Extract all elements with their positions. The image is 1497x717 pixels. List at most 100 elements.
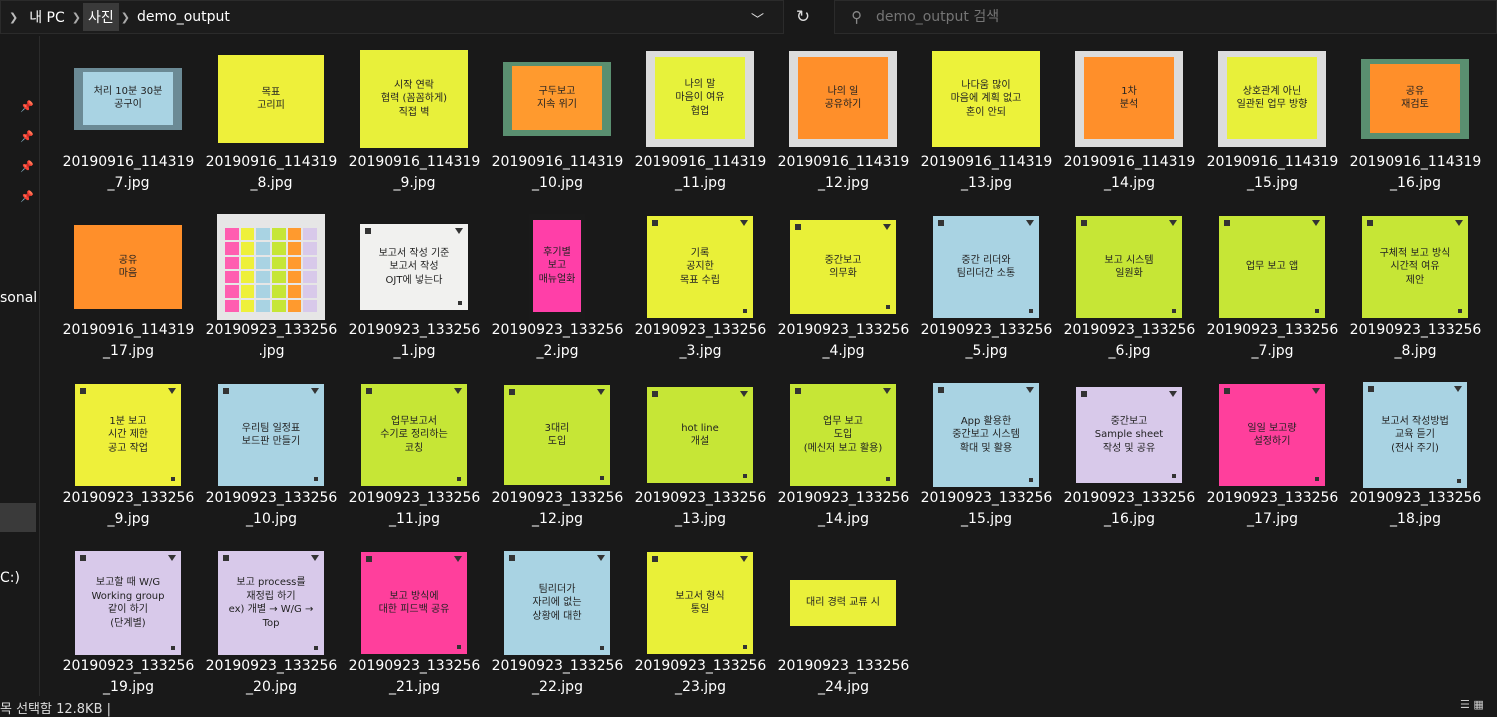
- file-thumbnail[interactable]: 업무보고서 수기로 정리하는 코칭: [361, 384, 467, 486]
- file-item[interactable]: 중간보고 Sample sheet 작성 및 공유 20190923_133256…: [1058, 374, 1201, 540]
- file-name[interactable]: 20190923_133256 _12.jpg: [486, 488, 629, 530]
- file-thumbnail-area[interactable]: 공유 재검토: [1360, 44, 1470, 154]
- file-thumbnail-area[interactable]: hot line 개설: [645, 380, 755, 490]
- file-item[interactable]: 기록 공지한 목표 수립 20190923_133256 _3.jpg: [629, 206, 772, 372]
- file-name[interactable]: 20190923_133256 _5.jpg: [915, 320, 1058, 362]
- file-thumbnail-area[interactable]: 우리팀 일정표 보드판 만들기: [216, 380, 326, 490]
- file-name[interactable]: 20190923_133256 _8.jpg: [1344, 320, 1487, 362]
- file-item[interactable]: 업무 보고 도입 (메신저 보고 활용) 20190923_133256 _14.…: [772, 374, 915, 540]
- file-name[interactable]: 20190923_133256 _6.jpg: [1058, 320, 1201, 362]
- file-thumbnail[interactable]: 목표 고리피: [218, 55, 324, 143]
- file-thumbnail[interactable]: 구체적 보고 방식 시간적 여유 제안: [1362, 216, 1468, 318]
- file-item[interactable]: App 활용한 중간보고 시스템 확대 및 활용 20190923_133256 …: [915, 374, 1058, 540]
- file-name[interactable]: 20190916_114319 _9.jpg: [343, 152, 486, 194]
- breadcrumb-this-pc[interactable]: 내 PC: [24, 3, 70, 31]
- file-thumbnail-area[interactable]: 보고할 때 W/G Working group 같이 하기 (단계별): [73, 548, 183, 658]
- file-name[interactable]: 20190923_133256 _20.jpg: [200, 656, 343, 698]
- file-thumbnail[interactable]: 중간보고 Sample sheet 작성 및 공유: [1076, 387, 1182, 483]
- file-thumbnail-area[interactable]: 목표 고리피: [216, 44, 326, 154]
- file-thumbnail-area[interactable]: 상호관계 아닌 일관된 업무 방향: [1217, 44, 1327, 154]
- file-thumbnail-area[interactable]: 시작 연락 협력 (꼼꼼하게) 직접 벽: [359, 44, 469, 154]
- file-name[interactable]: 20190916_114319 _7.jpg: [57, 152, 200, 194]
- file-item[interactable]: 보고서 작성방법 교육 듣기 (전사 주기) 20190923_133256 _1…: [1344, 374, 1487, 540]
- file-item[interactable]: 나의 말 마음이 여유 협업 20190916_114319 _11.jpg: [629, 38, 772, 204]
- breadcrumb-separator-icon[interactable]: ❯: [70, 11, 83, 24]
- file-thumbnail-area[interactable]: 업무 보고 앱: [1217, 212, 1327, 322]
- file-name[interactable]: 20190916_114319 _8.jpg: [200, 152, 343, 194]
- chevron-down-icon[interactable]: ﹀: [751, 9, 764, 28]
- file-name[interactable]: 20190923_133256 _11.jpg: [343, 488, 486, 530]
- file-item[interactable]: 대리 경력 교류 시 20190923_133256 _24.jpg: [772, 542, 915, 708]
- file-thumbnail-area[interactable]: 구두보고 지속 위기: [502, 44, 612, 154]
- file-item[interactable]: 구체적 보고 방식 시간적 여유 제안 20190923_133256 _8.jp…: [1344, 206, 1487, 372]
- file-thumbnail[interactable]: 3대리 도입: [504, 385, 610, 485]
- file-item[interactable]: 중간 리더와 팀리더간 소통 20190923_133256 _5.jpg: [915, 206, 1058, 372]
- file-thumbnail[interactable]: 기록 공지한 목표 수립: [647, 216, 753, 318]
- file-name[interactable]: 20190923_133256 _13.jpg: [629, 488, 772, 530]
- file-thumbnail[interactable]: 공유 재검토: [1361, 59, 1469, 139]
- file-item[interactable]: 팀리더가 자리에 없는 상황에 대한 20190923_133256 _22.jp…: [486, 542, 629, 708]
- file-name[interactable]: 20190923_133256 _2.jpg: [486, 320, 629, 362]
- file-item[interactable]: 시작 연락 협력 (꼼꼼하게) 직접 벽 20190916_114319 _9.j…: [343, 38, 486, 204]
- file-thumbnail[interactable]: 보고서 작성방법 교육 듣기 (전사 주기): [1363, 382, 1467, 488]
- file-thumbnail-area[interactable]: 처리 10분 30분 공구이: [73, 44, 183, 154]
- sidebar-item-drive-c[interactable]: C:): [0, 570, 20, 586]
- file-name[interactable]: 20190916_114319 _16.jpg: [1344, 152, 1487, 194]
- breadcrumb-separator-icon[interactable]: ❯: [119, 11, 132, 24]
- file-name[interactable]: 20190923_133256 _1.jpg: [343, 320, 486, 362]
- file-item[interactable]: 보고서 형식 통일 20190923_133256 _23.jpg: [629, 542, 772, 708]
- file-name[interactable]: 20190916_114319 _11.jpg: [629, 152, 772, 194]
- file-item[interactable]: 구두보고 지속 위기 20190916_114319 _10.jpg: [486, 38, 629, 204]
- file-name[interactable]: 20190916_114319 _15.jpg: [1201, 152, 1344, 194]
- file-item[interactable]: 20190923_133256 .jpg: [200, 206, 343, 372]
- file-item[interactable]: 보고 시스템 일원화 20190923_133256 _6.jpg: [1058, 206, 1201, 372]
- file-item[interactable]: 1분 보고 시간 제한 공고 작업 20190923_133256 _9.jpg: [57, 374, 200, 540]
- file-thumbnail[interactable]: 공유 마음: [74, 225, 182, 309]
- view-toggle-icon[interactable]: ☰ ▦: [1460, 698, 1484, 711]
- file-thumbnail[interactable]: 1분 보고 시간 제한 공고 작업: [75, 384, 181, 486]
- file-thumbnail[interactable]: [217, 214, 325, 320]
- file-name[interactable]: 20190923_133256 _4.jpg: [772, 320, 915, 362]
- file-thumbnail[interactable]: 대리 경력 교류 시: [790, 580, 896, 626]
- file-thumbnail-area[interactable]: 중간 리더와 팀리더간 소통: [931, 212, 1041, 322]
- breadcrumb-pictures[interactable]: 사진: [83, 3, 119, 31]
- file-name[interactable]: 20190923_133256 _19.jpg: [57, 656, 200, 698]
- file-thumbnail-area[interactable]: 1차 분석: [1074, 44, 1184, 154]
- file-name[interactable]: 20190923_133256 _23.jpg: [629, 656, 772, 698]
- file-thumbnail[interactable]: 보고서 작성 기준 보고서 작성 OJT에 넣는다: [360, 224, 468, 310]
- file-item[interactable]: 나다움 많이 마음에 계획 없고 혼이 안되 20190916_114319 _1…: [915, 38, 1058, 204]
- file-thumbnail-area[interactable]: 일일 보고량 설정하기: [1217, 380, 1327, 490]
- file-thumbnail-area[interactable]: 중간보고 Sample sheet 작성 및 공유: [1074, 380, 1184, 490]
- file-thumbnail-area[interactable]: [216, 212, 326, 322]
- file-thumbnail-area[interactable]: 나다움 많이 마음에 계획 없고 혼이 안되: [931, 44, 1041, 154]
- file-name[interactable]: 20190916_114319 _10.jpg: [486, 152, 629, 194]
- file-name[interactable]: 20190923_133256 _7.jpg: [1201, 320, 1344, 362]
- file-thumbnail-area[interactable]: 구체적 보고 방식 시간적 여유 제안: [1360, 212, 1470, 322]
- file-thumbnail-area[interactable]: 후기별 보고 매뉴얼화: [502, 212, 612, 322]
- file-name[interactable]: 20190923_133256 _24.jpg: [772, 656, 915, 698]
- file-thumbnail[interactable]: 보고 방식에 대한 피드백 공유: [361, 552, 467, 654]
- file-thumbnail[interactable]: 업무 보고 도입 (메신저 보고 활용): [790, 384, 896, 486]
- file-name[interactable]: 20190923_133256 _10.jpg: [200, 488, 343, 530]
- file-item[interactable]: 일일 보고량 설정하기 20190923_133256 _17.jpg: [1201, 374, 1344, 540]
- file-item[interactable]: 1차 분석 20190916_114319 _14.jpg: [1058, 38, 1201, 204]
- file-thumbnail[interactable]: 보고할 때 W/G Working group 같이 하기 (단계별): [75, 551, 181, 655]
- file-thumbnail-area[interactable]: 보고 방식에 대한 피드백 공유: [359, 548, 469, 658]
- file-name[interactable]: 20190923_133256 _3.jpg: [629, 320, 772, 362]
- file-thumbnail[interactable]: 상호관계 아닌 일관된 업무 방향: [1218, 51, 1326, 147]
- file-thumbnail[interactable]: 시작 연락 협력 (꼼꼼하게) 직접 벽: [360, 50, 468, 148]
- file-thumbnail[interactable]: 후기별 보고 매뉴얼화: [529, 214, 585, 320]
- file-item[interactable]: 업무보고서 수기로 정리하는 코칭 20190923_133256 _11.jpg: [343, 374, 486, 540]
- file-item[interactable]: 보고서 작성 기준 보고서 작성 OJT에 넣는다 20190923_133256…: [343, 206, 486, 372]
- file-thumbnail[interactable]: 나의 일 공유하기: [789, 51, 897, 147]
- file-name[interactable]: 20190916_114319 _17.jpg: [57, 320, 200, 362]
- search-input[interactable]: [876, 9, 1436, 25]
- file-thumbnail-area[interactable]: 중간보고 의무화: [788, 212, 898, 322]
- file-thumbnail[interactable]: hot line 개설: [647, 387, 753, 483]
- file-thumbnail[interactable]: 중간 리더와 팀리더간 소통: [933, 216, 1039, 318]
- file-item[interactable]: 후기별 보고 매뉴얼화 20190923_133256 _2.jpg: [486, 206, 629, 372]
- file-name[interactable]: 20190923_133256 _16.jpg: [1058, 488, 1201, 530]
- file-name[interactable]: 20190923_133256 _17.jpg: [1201, 488, 1344, 530]
- file-name[interactable]: 20190923_133256 .jpg: [200, 320, 343, 362]
- file-thumbnail-area[interactable]: 보고서 형식 통일: [645, 548, 755, 658]
